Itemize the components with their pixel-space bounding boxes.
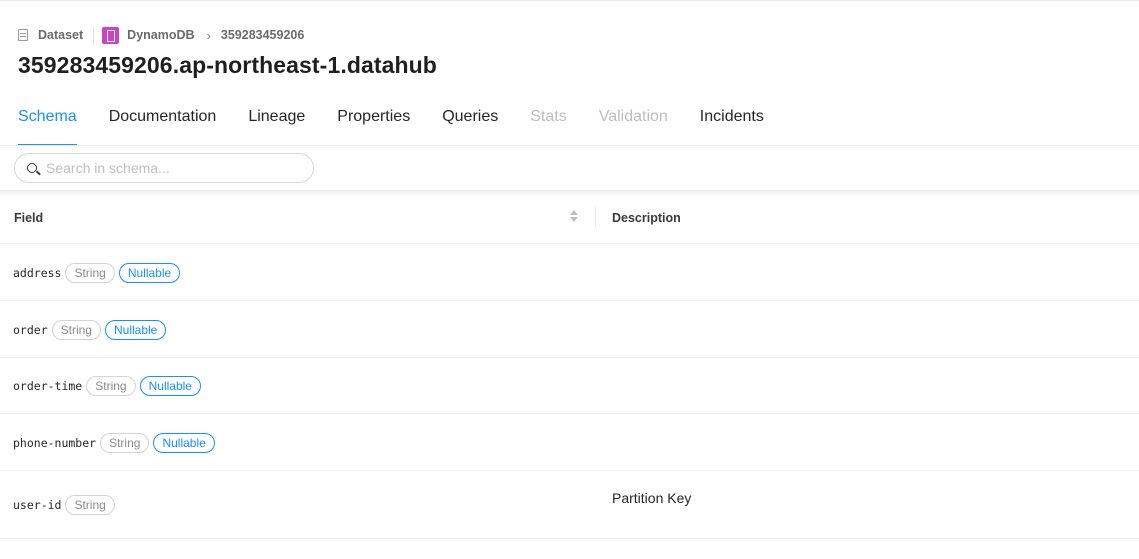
column-header-description: Description <box>612 211 681 225</box>
top-border <box>0 0 1139 4</box>
column-header-field[interactable]: Field <box>14 211 43 225</box>
tab-properties[interactable]: Properties <box>337 106 410 146</box>
breadcrumb: Dataset DynamoDB › 359283459206 <box>18 26 304 44</box>
field-name: order <box>13 323 48 337</box>
nullable-tag: Nullable <box>104 320 167 340</box>
column-divider <box>595 206 596 228</box>
nullable-tag: Nullable <box>139 376 201 396</box>
breadcrumb-entity-type[interactable]: Dataset <box>38 28 83 42</box>
nullable-tag: Nullable <box>153 433 215 453</box>
field-cell: user-id String <box>13 494 119 516</box>
field-cell: order String Nullable <box>13 319 170 341</box>
field-name: order-time <box>13 379 83 393</box>
type-tag: String <box>65 495 115 515</box>
nullable-tag: Nullable <box>118 263 181 283</box>
tab-documentation[interactable]: Documentation <box>109 106 217 146</box>
tab-schema[interactable]: Schema <box>18 106 77 146</box>
schema-search-input[interactable] <box>46 160 286 176</box>
field-name: user-id <box>13 498 62 512</box>
tab-stats: Stats <box>530 108 567 125</box>
breadcrumb-divider <box>93 26 95 44</box>
field-cell: phone-number String Nullable <box>13 432 219 454</box>
type-tag: String <box>51 320 101 340</box>
schema-search-box[interactable] <box>14 153 314 183</box>
field-name: address <box>13 266 62 280</box>
table-row[interactable]: order-time String Nullable <box>0 358 1139 414</box>
table-row[interactable]: order String Nullable <box>0 301 1139 358</box>
dynamodb-icon <box>102 26 120 44</box>
tab-validation: Validation <box>598 108 668 125</box>
tab-incidents[interactable]: Incidents <box>700 106 764 146</box>
field-description[interactable]: Partition Key <box>612 490 691 506</box>
breadcrumb-platform[interactable]: DynamoDB <box>127 28 194 42</box>
search-icon <box>27 163 37 173</box>
table-row[interactable]: address String Nullable <box>0 244 1139 301</box>
tab-queries[interactable]: Queries <box>442 106 498 146</box>
page-title: 359283459206.ap-northeast-1.datahub <box>18 52 437 78</box>
field-cell: address String Nullable <box>13 262 184 284</box>
field-name: phone-number <box>13 436 97 450</box>
tabs-divider <box>0 145 1139 146</box>
type-tag: String <box>86 376 136 396</box>
table-row[interactable]: phone-number String Nullable <box>0 414 1139 471</box>
breadcrumb-current[interactable]: 359283459206 <box>221 28 304 42</box>
sort-icon[interactable] <box>570 210 578 224</box>
dataset-icon <box>18 29 28 41</box>
chevron-right-icon: › <box>206 27 211 43</box>
type-tag: String <box>100 433 150 453</box>
field-cell: order-time String Nullable <box>13 375 205 397</box>
tab-lineage[interactable]: Lineage <box>248 106 305 146</box>
table-row[interactable]: user-id String Partition Key <box>0 471 1139 539</box>
schema-table-header: Field Description <box>0 192 1139 244</box>
entity-tabs: Schema Documentation Lineage Properties … <box>18 106 796 146</box>
type-tag: String <box>65 263 115 283</box>
